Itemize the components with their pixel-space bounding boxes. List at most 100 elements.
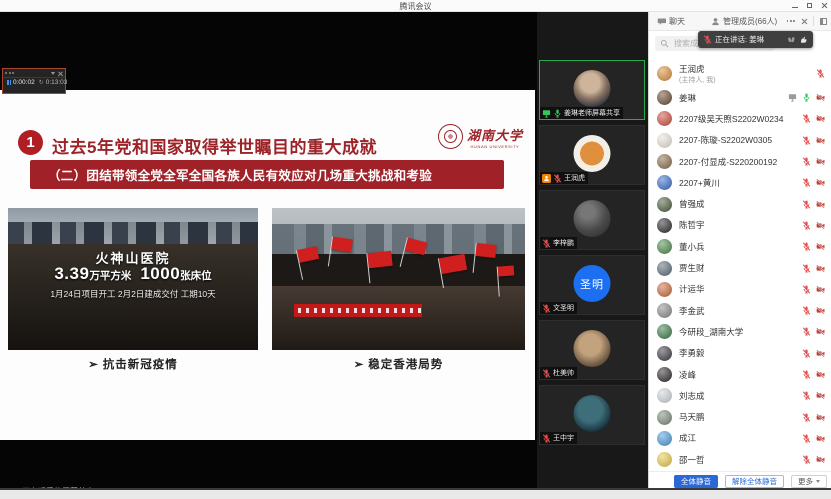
stat-beds-value: 1000 [140,264,180,283]
tab-manage-members-label: 管理成员(66人) [723,16,777,27]
participant-row[interactable]: 成江 [649,428,831,449]
pause-recording-icon[interactable] [7,80,11,85]
share-gray-icon[interactable] [788,93,797,102]
participant-row[interactable]: 董小兵 [649,236,831,257]
mic-off-icon[interactable] [802,242,811,251]
video-tile[interactable]: 圣明 文圣明 [539,255,645,315]
participant-status-icons [802,157,825,166]
mic-off-icon[interactable] [802,264,811,273]
panel-close-icon[interactable] [801,18,807,24]
minimize-icon[interactable] [792,7,798,8]
stat-beds-unit: 张床位 [180,270,212,282]
mic-off-icon[interactable] [802,200,811,209]
participant-row[interactable]: 计运华 [649,279,831,300]
mic-off-icon[interactable] [802,434,811,443]
cam-off-icon[interactable] [816,391,825,400]
participant-row[interactable]: 李金武 [649,300,831,321]
cam-off-icon[interactable] [816,285,825,294]
cam-off-icon[interactable] [816,370,825,379]
cam-off-icon[interactable] [816,221,825,230]
video-tile[interactable]: 杜美帅 [539,320,645,380]
participant-row[interactable]: 王润虎 (主持人, 我) [649,60,831,87]
mic-off-icon[interactable] [802,221,811,230]
mic-off-icon[interactable] [802,306,811,315]
cam-off-icon[interactable] [816,455,825,464]
mic-off-icon[interactable] [802,413,811,422]
tab-chat[interactable]: 聊天 [657,16,685,27]
video-tile-name: 李梓鹏 [553,238,574,248]
cam-off-icon[interactable] [816,434,825,443]
participant-row[interactable]: 陈哲宇 [649,215,831,236]
participant-role: (主持人, 我) [679,75,812,85]
photo-skyline-graphic [8,222,258,244]
participant-row[interactable]: 李勇毅 [649,343,831,364]
mic-off-icon[interactable] [816,69,825,78]
participant-row[interactable]: 2207+黄川 [649,172,831,193]
chevron-down-icon [816,480,820,483]
recording-toolbar[interactable]: 0:00:02 ↻ 0:13:03 [2,68,66,94]
avatar [657,197,672,212]
mic-off-icon[interactable] [802,370,811,379]
cam-off-icon[interactable] [816,114,825,123]
participant-row[interactable]: 2207-付显成-S220200192 [649,151,831,172]
video-tile[interactable]: 李梓鹏 [539,190,645,250]
mic-on-icon[interactable] [802,93,811,102]
cam-off-icon[interactable] [816,264,825,273]
panel-more-icon[interactable] [787,20,795,22]
mic-off-icon[interactable] [802,114,811,123]
cam-off-icon[interactable] [816,93,825,102]
mic-off-icon[interactable] [802,285,811,294]
participant-row[interactable]: 刘志成 [649,385,831,406]
participant-row[interactable]: 贾生财 [649,257,831,278]
participant-row[interactable]: 2207级吴天煦S2202W0234 [649,108,831,129]
cam-off-icon[interactable] [816,157,825,166]
cam-off-icon[interactable] [816,349,825,358]
tencent-meeting-window: 腾讯会议 0:00:02 ↻ 0:13:03 [0,0,831,499]
cam-off-icon[interactable] [816,327,825,336]
video-tile[interactable]: 王中宇 [539,385,645,445]
video-tile-label: 文圣明 [540,302,577,314]
recorder-close-icon[interactable] [58,71,63,76]
mute-all-button[interactable]: 全体静音 [674,475,718,488]
avatar [657,90,672,105]
participant-row[interactable]: 马天鹏 [649,406,831,427]
video-tile[interactable]: 姜琳老师屏幕共享 [539,60,645,120]
raise-hand-icon[interactable] [799,35,808,44]
caption-hongkong: ➢ 稳定香港局势 [272,356,525,372]
mic-off-icon[interactable] [802,391,811,400]
mic-off-icon[interactable] [802,157,811,166]
applause-icon[interactable] [787,35,796,44]
participant-row[interactable]: 姜琳 [649,87,831,108]
cam-off-icon[interactable] [816,242,825,251]
close-icon[interactable] [821,2,827,8]
recorder-collapse-icon[interactable] [51,72,55,75]
university-logo: 湖南大学 HUNAN UNIVERSITY [438,124,523,149]
shared-screen-slide: 1 过去5年党和国家取得举世瞩目的重大成就 湖南大学 HUNAN UNIVERS… [0,90,535,440]
flag-graphic [439,254,467,274]
mic-off-icon[interactable] [802,327,811,336]
participant-row[interactable]: 凌峰 [649,364,831,385]
unmute-all-button[interactable]: 解除全体静音 [725,475,784,488]
cam-off-icon[interactable] [816,306,825,315]
maximize-icon[interactable] [807,3,812,8]
participant-row[interactable]: 邵一哲 [649,449,831,470]
cam-off-icon[interactable] [816,136,825,145]
participant-row[interactable]: 今研段_湖南大学 [649,321,831,342]
participant-row[interactable]: 2207-陈璇-S2202W0305 [649,130,831,151]
tab-manage-members[interactable]: 管理成员(66人) [711,16,777,27]
mic-off-icon[interactable] [802,455,811,464]
speaking-toast-label: 正在讲话: 姜琳 [715,34,784,45]
mic-off-icon[interactable] [802,349,811,358]
flag-graphic [475,243,496,258]
photo-crowd-graphic [272,286,525,350]
mic-off-icon[interactable] [802,178,811,187]
cam-off-icon[interactable] [816,200,825,209]
more-button[interactable]: 更多 [791,475,827,488]
video-tile[interactable]: 王润虎 [539,125,645,185]
participant-row[interactable]: 曾强成 [649,193,831,214]
panel-layout-icon[interactable] [820,18,827,25]
more-button-label: 更多 [798,476,813,487]
cam-off-icon[interactable] [816,413,825,422]
cam-off-icon[interactable] [816,178,825,187]
mic-off-icon[interactable] [802,136,811,145]
